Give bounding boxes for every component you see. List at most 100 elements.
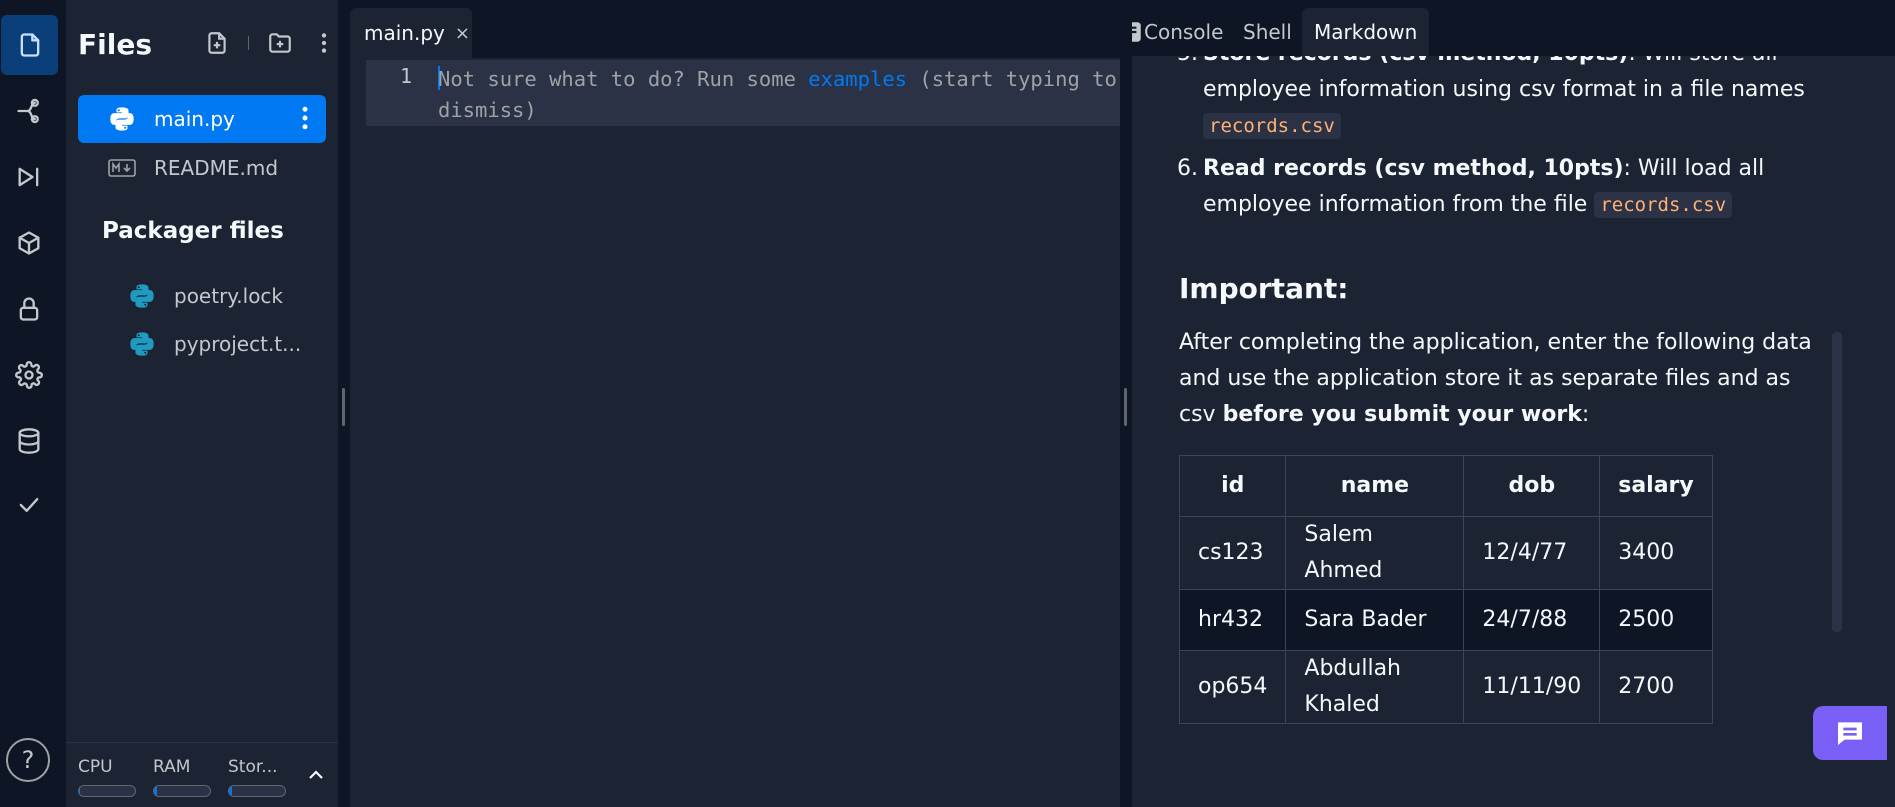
code-editor: main.py × 1 Not sure what to do? Run som…: [350, 0, 1120, 807]
table-header-row: id name dob salary: [1178, 455, 1713, 517]
gear-icon: [15, 361, 43, 389]
tab-console[interactable]: Console: [1132, 8, 1235, 56]
file-name: README.md: [154, 156, 279, 180]
packages-tool-button[interactable]: [2, 214, 56, 272]
cpu-usage-bar: [78, 785, 136, 797]
table-cell: Salem Ahmed: [1285, 516, 1465, 590]
employee-table: id name dob salary cs123 Salem Ahmed 12/…: [1178, 455, 1713, 724]
toolbar-divider: [248, 36, 249, 50]
database-tool-button[interactable]: [2, 412, 56, 470]
panel-resize-handle[interactable]: [338, 0, 350, 807]
code-line-1[interactable]: 1 Not sure what to do? Run some examples…: [366, 60, 1120, 126]
resize-grip: [342, 388, 345, 426]
requirements-list: 5.Store records (csv method, 10pts): Wil…: [1177, 36, 1829, 223]
checkmark-icon: [19, 498, 39, 512]
database-icon: [18, 428, 40, 454]
new-file-icon[interactable]: [204, 30, 230, 56]
table-cell: Abdullah Khaled: [1285, 650, 1465, 724]
markdown-icon: [106, 152, 138, 184]
file-item-poetry-lock[interactable]: poetry.lock: [126, 276, 283, 316]
secrets-tool-button[interactable]: [2, 280, 56, 338]
tests-tool-button[interactable]: [2, 476, 56, 534]
cpu-label: CPU: [78, 757, 113, 777]
resources-bar[interactable]: CPU RAM Stor...: [66, 742, 338, 807]
para-end: :: [1581, 402, 1590, 427]
file-name: pyproject.t...: [174, 332, 302, 356]
file-icon: [20, 33, 39, 57]
column-header: salary: [1599, 455, 1713, 517]
files-toolbar: [204, 30, 337, 56]
table-row: cs123 Salem Ahmed 12/4/77 3400: [1178, 516, 1713, 590]
ram-label: RAM: [153, 757, 191, 777]
storage-label: Stor...: [228, 757, 278, 777]
table-cell: 2500: [1599, 589, 1713, 651]
pane-resize-handle[interactable]: [1120, 0, 1132, 807]
table-cell: 2700: [1599, 650, 1713, 724]
output-pane: 5.Store records (csv method, 10pts): Wil…: [1132, 0, 1895, 807]
more-options-icon[interactable]: [311, 30, 337, 56]
close-icon[interactable]: ×: [455, 23, 470, 44]
tab-main-py[interactable]: main.py ×: [350, 8, 472, 58]
python-icon: [106, 103, 138, 135]
chevron-up-icon[interactable]: [304, 763, 328, 787]
table-cell: Sara Bader: [1285, 589, 1465, 651]
table-cell: cs123: [1178, 516, 1287, 590]
list-number: 6.: [1177, 156, 1198, 181]
examples-link[interactable]: examples: [808, 67, 907, 91]
packager-files-title: Packager files: [102, 218, 284, 244]
ram-usage-bar: [153, 785, 211, 797]
chat-bubble-icon: [1838, 722, 1862, 745]
help-button[interactable]: ?: [6, 738, 50, 782]
git-branch-icon: [17, 98, 39, 124]
files-tool-button[interactable]: [1, 15, 58, 75]
python-icon: [126, 328, 158, 360]
run-step-icon: [18, 167, 39, 187]
inline-code: records.csv: [1594, 192, 1733, 218]
tab-markdown[interactable]: Markdown: [1302, 8, 1430, 56]
file-options-icon[interactable]: [290, 103, 320, 133]
tab-label: main.py: [364, 21, 445, 45]
instructions-paragraph: After completing the application, enter …: [1179, 325, 1829, 433]
replit-workspace: ? Files main.py README.md Packager files: [0, 0, 1895, 807]
markdown-preview: 5.Store records (csv method, 10pts): Wil…: [1177, 36, 1829, 724]
editor-hint: Not sure what to do? Run some examples (…: [438, 64, 1118, 126]
line-number: 1: [399, 64, 412, 88]
storage-usage-bar: [228, 785, 286, 797]
column-header: id: [1178, 455, 1287, 517]
output-tab-bar: Console Shell Markdown: [1132, 0, 1895, 56]
debugger-tool-button[interactable]: [2, 148, 56, 206]
files-panel-title: Files: [78, 28, 152, 61]
git-tool-button[interactable]: [2, 82, 56, 140]
file-name: main.py: [154, 107, 235, 131]
hint-text: Not sure what to do? Run some: [438, 67, 809, 91]
resize-grip: [1124, 388, 1127, 426]
files-panel: Files main.py README.md Packager files p…: [66, 0, 338, 807]
column-header: dob: [1463, 455, 1601, 517]
settings-tool-button[interactable]: [2, 346, 56, 404]
table-cell: 24/7/88: [1463, 589, 1601, 651]
file-item-readme-md[interactable]: README.md: [78, 144, 326, 192]
table-cell: hr432: [1178, 589, 1287, 651]
important-heading: Important:: [1179, 272, 1349, 305]
lock-icon: [19, 297, 39, 321]
help-icon: ?: [21, 746, 35, 774]
editor-tab-bar: main.py ×: [350, 0, 1120, 58]
markdown-scrollbar[interactable]: [1832, 332, 1842, 632]
table-row: hr432 Sara Bader 24/7/88 2500: [1178, 589, 1713, 651]
item-bold: Read records (csv method, 10pts): [1203, 156, 1624, 181]
chat-button[interactable]: [1813, 706, 1887, 760]
file-item-pyproject[interactable]: pyproject.t...: [126, 324, 301, 364]
table-cell: 12/4/77: [1463, 516, 1601, 590]
inline-code: records.csv: [1203, 113, 1341, 139]
file-item-main-py[interactable]: main.py: [78, 95, 326, 143]
tab-shell[interactable]: Shell: [1231, 8, 1304, 56]
file-name: poetry.lock: [174, 284, 284, 308]
package-icon: [18, 231, 40, 255]
python-icon: [126, 280, 158, 312]
para-bold: before you submit your work: [1222, 402, 1582, 427]
table-row: op654 Abdullah Khaled 11/11/90 2700: [1178, 650, 1713, 724]
new-folder-icon[interactable]: [267, 30, 293, 56]
list-item: 6. Read records (csv method, 10pts): Will…: [1177, 151, 1829, 223]
activity-bar: ?: [0, 0, 58, 807]
column-header: name: [1285, 455, 1465, 517]
